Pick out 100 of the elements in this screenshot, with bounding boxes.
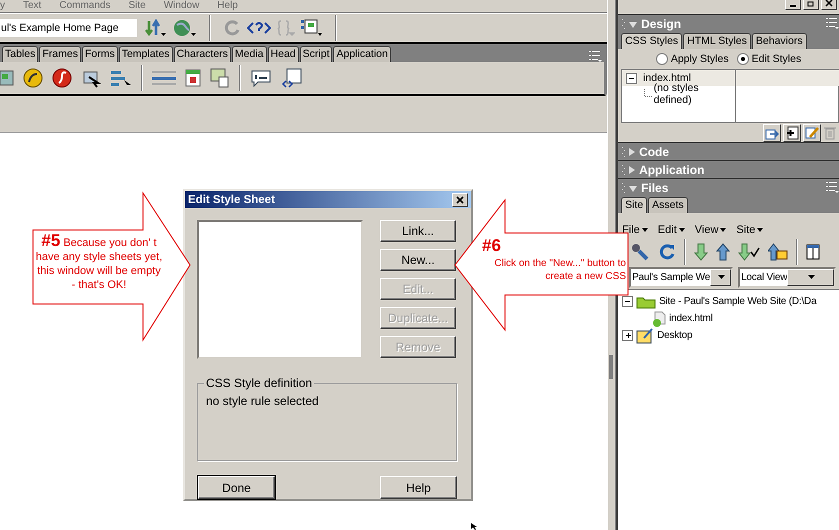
- edit-style-icon[interactable]: [805, 126, 819, 140]
- insert-tab[interactable]: Forms: [82, 46, 118, 62]
- site-select[interactable]: Paul's Sample We: [629, 266, 734, 288]
- callout-number: #6: [482, 236, 501, 256]
- comment-icon[interactable]: [250, 68, 272, 88]
- panel-header[interactable]: Files: [618, 178, 839, 196]
- globe-icon[interactable]: [173, 19, 197, 37]
- web-file-icon: [652, 310, 666, 326]
- connect-icon[interactable]: [630, 242, 650, 262]
- menu-button[interactable]: Site: [736, 224, 764, 236]
- panel-tab[interactable]: Behaviors: [752, 33, 807, 49]
- menu-button[interactable]: Edit: [658, 224, 685, 236]
- image-placeholder-icon[interactable]: [0, 68, 14, 88]
- mouse-cursor-icon: [471, 523, 477, 530]
- collapse-icon[interactable]: [622, 296, 634, 307]
- fireworks-icon[interactable]: [23, 68, 43, 88]
- menu-item[interactable]: Site: [128, 0, 146, 12]
- radio-button[interactable]: [736, 53, 749, 65]
- menu-item[interactable]: Help: [217, 0, 238, 12]
- close-icon: [825, 0, 833, 7]
- panel-tab[interactable]: HTML Styles: [683, 33, 751, 49]
- date-icon[interactable]: [185, 68, 201, 88]
- dialog-button[interactable]: New...: [380, 249, 456, 272]
- caret-down-icon: [629, 186, 638, 192]
- dialog-title: Edit Style Sheet: [188, 194, 275, 206]
- radio-label: Apply Styles: [670, 53, 729, 65]
- insert-tab[interactable]: Application: [333, 46, 391, 62]
- insert-tab[interactable]: Media: [232, 46, 267, 62]
- insert-tab[interactable]: Head: [268, 46, 299, 62]
- options-menu-icon[interactable]: [589, 51, 602, 62]
- folder-icon: [636, 294, 656, 308]
- panel-tab[interactable]: Assets: [648, 197, 688, 213]
- panel-header[interactable]: Design: [618, 14, 839, 32]
- panel-tab[interactable]: CSS Styles: [621, 33, 682, 49]
- desktop-icon: [636, 328, 654, 344]
- caret-down-icon: [629, 22, 638, 28]
- insert-tab[interactable]: Frames: [39, 46, 81, 62]
- menu-item[interactable]: Text: [23, 0, 42, 12]
- menu-button[interactable]: File: [622, 224, 648, 236]
- insert-tab[interactable]: Tables: [2, 46, 38, 62]
- panel-header[interactable]: Code: [618, 142, 839, 160]
- caret-icon: [757, 228, 764, 232]
- check-in-icon[interactable]: [768, 243, 788, 261]
- restore-icon: [807, 0, 815, 7]
- file-tree-item[interactable]: Site - Paul's Sample Web Site (D:\Da: [618, 293, 839, 310]
- close-button[interactable]: [452, 192, 468, 207]
- options-menu-icon[interactable]: [826, 18, 839, 29]
- dialog-button[interactable]: Done: [198, 476, 275, 499]
- expand-icon[interactable]: [622, 330, 634, 341]
- dialog-button[interactable]: Help: [380, 476, 457, 499]
- caret-icon: [642, 228, 648, 232]
- expand-panel-icon[interactable]: [806, 244, 820, 260]
- menu-item[interactable]: Window: [164, 0, 200, 12]
- caret-right-icon: [629, 166, 636, 174]
- restore-button[interactable]: [803, 0, 819, 10]
- group-text: no style rule selected: [206, 394, 319, 408]
- insert-tab[interactable]: Characters: [174, 46, 231, 62]
- panel-header[interactable]: Application: [618, 160, 839, 178]
- navigation-bar-icon[interactable]: [110, 68, 132, 88]
- horizontal-rule-icon[interactable]: [152, 68, 176, 88]
- radio-button[interactable]: [656, 53, 668, 65]
- caret-icon: [720, 228, 726, 232]
- style-sheet-list[interactable]: [197, 220, 363, 360]
- script-icon[interactable]: [281, 68, 303, 88]
- collapse-icon[interactable]: [626, 72, 638, 84]
- caret-right-icon: [629, 148, 636, 156]
- panel-tab[interactable]: Site: [621, 197, 648, 213]
- dialog-button[interactable]: Link...: [380, 220, 456, 242]
- menu-button[interactable]: View: [694, 224, 726, 236]
- callout-text: Click on the "New..." button to create a new CSS: [493, 257, 626, 283]
- title-field[interactable]: ul's Example Home Page: [0, 19, 137, 37]
- radio-label: Edit Styles: [752, 53, 802, 65]
- menu-item[interactable]: y: [0, 0, 5, 12]
- close-icon: [456, 196, 464, 204]
- code-navigation-icon[interactable]: [247, 20, 271, 36]
- minimize-button[interactable]: [785, 0, 801, 10]
- get-file-icon[interactable]: [694, 243, 708, 261]
- put-file-icon[interactable]: [716, 243, 730, 261]
- view-select[interactable]: Local View: [738, 266, 836, 288]
- file-tree-item[interactable]: Desktop: [618, 327, 839, 344]
- tree-item: (no styles defined): [654, 82, 700, 106]
- new-style-icon[interactable]: [785, 126, 799, 140]
- insert-tab[interactable]: Templates: [118, 46, 173, 62]
- caret-icon: [718, 275, 725, 279]
- callout-text: #5 Because you don' t have any style sheets yet, this window will be empty - that's OK!: [35, 234, 163, 292]
- splitter-handle[interactable]: [609, 355, 614, 379]
- refresh-icon[interactable]: [658, 243, 676, 261]
- flash-icon[interactable]: [52, 68, 72, 88]
- options-menu-icon[interactable]: [826, 182, 839, 193]
- caret-icon: [678, 228, 685, 232]
- tree-line: [644, 89, 652, 99]
- view-options-icon[interactable]: [301, 19, 323, 37]
- menu-item[interactable]: Commands: [59, 0, 110, 12]
- check-out-icon[interactable]: [738, 243, 760, 261]
- file-tree-item[interactable]: index.html: [618, 310, 839, 327]
- tabular-data-icon[interactable]: [210, 68, 230, 88]
- group-label: CSS Style definition: [204, 376, 314, 390]
- insert-tab[interactable]: Script: [300, 46, 332, 62]
- transfer-arrows-icon[interactable]: [145, 19, 167, 37]
- close-button[interactable]: [821, 0, 837, 10]
